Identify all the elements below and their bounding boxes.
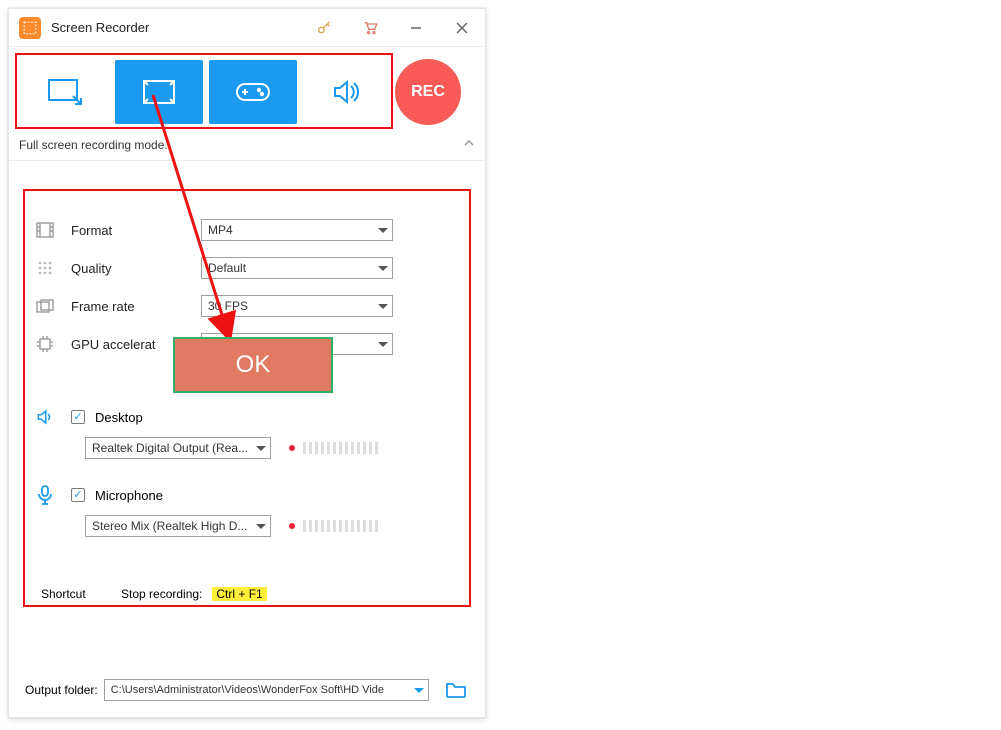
record-label: REC xyxy=(411,83,445,101)
mode-fullscreen-button[interactable] xyxy=(115,60,203,124)
caret-down-icon xyxy=(378,228,388,233)
mic-checkbox[interactable]: ✓ xyxy=(71,488,85,502)
mic-device-dropdown[interactable]: Stereo Mix (Realtek High D... xyxy=(85,515,271,537)
dots-icon xyxy=(35,258,55,278)
output-folder-row: Output folder: C:\Users\Administrator\Vi… xyxy=(25,679,469,701)
key-icon[interactable] xyxy=(301,9,347,47)
annotation-ok-callout: OK xyxy=(173,337,333,393)
desktop-device-value: Realtek Digital Output (Rea... xyxy=(92,441,250,455)
shortcut-action-label: Stop recording: xyxy=(121,587,202,601)
shortcut-row: Shortcut Stop recording: Ctrl + F1 xyxy=(41,587,267,601)
output-folder-path: C:\Users\Administrator\Videos\WonderFox … xyxy=(111,684,408,696)
app-logo-icon xyxy=(19,17,41,39)
cart-icon[interactable] xyxy=(347,9,393,47)
desktop-checkbox[interactable]: ✓ xyxy=(71,410,85,424)
desktop-label: Desktop xyxy=(95,410,143,425)
shortcut-hotkey: Ctrl + F1 xyxy=(212,587,266,601)
quality-label: Quality xyxy=(71,261,201,276)
caret-down-icon xyxy=(414,688,424,693)
browse-folder-button[interactable] xyxy=(443,680,469,700)
mic-level-meter xyxy=(289,520,381,532)
output-folder-input[interactable]: C:\Users\Administrator\Videos\WonderFox … xyxy=(104,679,429,701)
mic-label: Microphone xyxy=(95,488,163,503)
caret-down-icon xyxy=(378,342,388,347)
setting-row-format: Format MP4 xyxy=(23,211,471,249)
titlebar: Screen Recorder xyxy=(9,9,485,47)
mic-device-value: Stereo Mix (Realtek High D... xyxy=(92,519,250,533)
setting-row-quality: Quality Default xyxy=(23,249,471,287)
output-folder-label: Output folder: xyxy=(25,683,98,697)
framerate-value: 30 FPS xyxy=(208,299,372,313)
caret-down-icon xyxy=(378,266,388,271)
microphone-icon xyxy=(35,485,55,505)
mode-row: REC xyxy=(9,47,485,135)
record-button[interactable]: REC xyxy=(395,59,461,125)
mode-game-button[interactable] xyxy=(209,60,297,124)
mode-audio-button[interactable] xyxy=(303,60,391,124)
audio-desktop-block: ✓ Desktop Realtek Digital Output (Rea... xyxy=(23,403,471,459)
ok-label: OK xyxy=(236,351,271,379)
chevron-up-icon[interactable] xyxy=(463,137,475,152)
framerate-label: Frame rate xyxy=(71,299,201,314)
mode-hint-text: Full screen recording mode. xyxy=(19,138,168,152)
frames-icon xyxy=(35,296,55,316)
close-button[interactable] xyxy=(439,9,485,47)
settings-panel: Format MP4 Quality Default Frame rate 30… xyxy=(23,189,471,607)
caret-down-icon xyxy=(256,446,266,451)
format-dropdown[interactable]: MP4 xyxy=(201,219,393,241)
app-title: Screen Recorder xyxy=(51,20,149,35)
quality-value: Default xyxy=(208,261,372,275)
framerate-dropdown[interactable]: 30 FPS xyxy=(201,295,393,317)
chip-icon xyxy=(35,334,55,354)
setting-row-framerate: Frame rate 30 FPS xyxy=(23,287,471,325)
speaker-icon xyxy=(35,407,55,427)
caret-down-icon xyxy=(378,304,388,309)
app-window: Screen Recorder REC xyxy=(8,8,486,718)
quality-dropdown[interactable]: Default xyxy=(201,257,393,279)
audio-mic-block: ✓ Microphone Stereo Mix (Realtek High D.… xyxy=(23,481,471,537)
desktop-level-meter xyxy=(289,442,381,454)
minimize-button[interactable] xyxy=(393,9,439,47)
mode-hint-row: Full screen recording mode. xyxy=(9,135,485,161)
film-icon xyxy=(35,220,55,240)
format-value: MP4 xyxy=(208,223,372,237)
mode-region-button[interactable] xyxy=(21,60,109,124)
format-label: Format xyxy=(71,223,201,238)
desktop-device-dropdown[interactable]: Realtek Digital Output (Rea... xyxy=(85,437,271,459)
caret-down-icon xyxy=(256,524,266,529)
shortcut-group-label: Shortcut xyxy=(41,587,121,601)
